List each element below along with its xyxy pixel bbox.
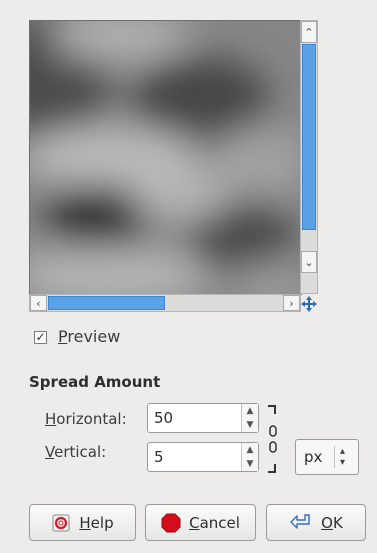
horizontal-label-mnemonic: H	[45, 410, 57, 428]
spread-amount-heading: Spread Amount	[29, 373, 161, 391]
up-down-icon: ▴ ▾	[340, 446, 346, 468]
unit-separator	[334, 446, 335, 468]
cancel-label: ancel	[199, 513, 240, 532]
vertical-stepper[interactable]: ▲ ▼	[241, 443, 258, 471]
chevron-left-icon: ‹	[36, 296, 41, 310]
horizontal-stepper[interactable]: ▲ ▼	[241, 404, 258, 432]
scroll-up-button[interactable]: ⌃	[301, 21, 317, 43]
horizontal-value[interactable]: 50	[154, 409, 173, 427]
preview-image	[29, 20, 302, 295]
preview-label-text: review	[67, 327, 121, 346]
vertical-label-text: ertical:	[54, 443, 107, 461]
help-mnemonic: H	[79, 513, 91, 532]
increment-icon[interactable]: ▲	[242, 443, 258, 457]
chevron-right-icon: ›	[289, 296, 294, 310]
preview-checkbox[interactable]: ✓	[34, 331, 47, 344]
scroll-down-button[interactable]: ⌄	[301, 251, 317, 273]
vertical-spinbutton[interactable]: 5 ▲ ▼	[147, 442, 259, 472]
horizontal-scroll-thumb[interactable]	[48, 296, 165, 310]
chain-link-button[interactable]	[266, 404, 280, 474]
horizontal-label: Horizontal:	[45, 410, 127, 428]
ok-arrow-icon	[290, 513, 310, 529]
decrement-icon[interactable]: ▼	[242, 457, 258, 471]
chain-link-icon	[269, 425, 277, 437]
ok-mnemonic: O	[321, 513, 333, 532]
decrement-icon[interactable]: ▼	[242, 418, 258, 432]
unit-value: px	[304, 448, 323, 466]
increment-icon[interactable]: ▲	[242, 404, 258, 418]
horizontal-label-text: orizontal:	[56, 410, 127, 428]
horizontal-spinbutton[interactable]: 50 ▲ ▼	[147, 403, 259, 433]
unit-selector[interactable]: px ▴ ▾	[295, 439, 359, 475]
preview-label-mnemonic: P	[58, 327, 68, 346]
chevron-down-icon: ⌄	[304, 255, 314, 269]
help-icon	[52, 514, 70, 531]
help-button[interactable]: Help	[29, 504, 136, 541]
scroll-left-button[interactable]: ‹	[30, 295, 47, 311]
ok-button[interactable]: OK	[266, 504, 366, 541]
vertical-value[interactable]: 5	[154, 448, 164, 466]
vertical-label-mnemonic: V	[45, 443, 55, 461]
scroll-right-button[interactable]: ›	[283, 295, 300, 311]
navigate-icon[interactable]	[300, 295, 318, 313]
vertical-scroll-thumb[interactable]	[302, 44, 316, 230]
stop-icon	[161, 513, 181, 532]
cancel-mnemonic: C	[189, 513, 200, 532]
help-label: elp	[90, 513, 114, 532]
preview-label[interactable]: Preview	[58, 327, 120, 346]
chevron-up-icon: ⌃	[304, 25, 314, 39]
cancel-button[interactable]: Cancel	[145, 504, 256, 541]
vertical-label: Vertical:	[45, 443, 106, 461]
ok-label: K	[332, 513, 343, 532]
